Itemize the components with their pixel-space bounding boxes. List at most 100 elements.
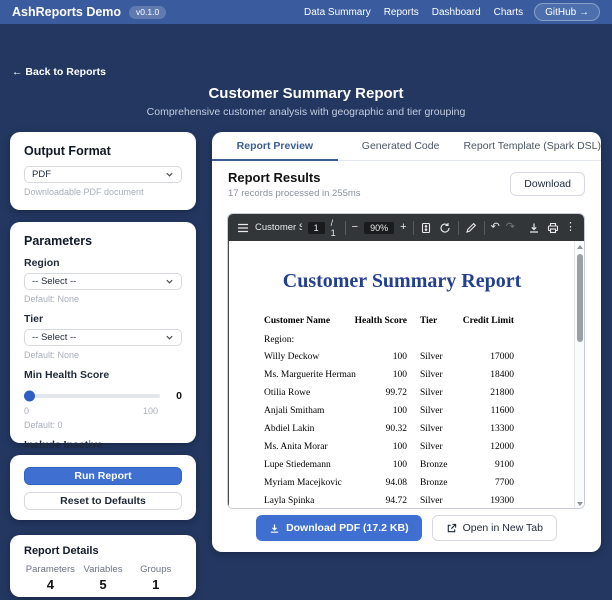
pdf-page: Customer Summary Report Customer Name He… bbox=[228, 241, 576, 509]
github-button[interactable]: GitHub → bbox=[534, 3, 600, 21]
stat-value: 4 bbox=[24, 577, 77, 592]
region-label: Region bbox=[24, 257, 182, 269]
page-subtitle: Comprehensive customer analysis with geo… bbox=[0, 106, 612, 118]
more-options-icon[interactable]: ⋮ bbox=[565, 222, 576, 233]
pdf-table-row: Myriam Macejkovic 94.08 Bronze 7700 bbox=[229, 474, 575, 492]
tier-select[interactable]: -- Select -- bbox=[24, 329, 182, 346]
parameters-card: Parameters Region -- Select -- Default: … bbox=[10, 222, 196, 443]
chevron-down-icon bbox=[165, 333, 174, 342]
version-badge: v0.1.0 bbox=[129, 6, 166, 19]
pdf-doc-title: Customer S... bbox=[255, 222, 302, 233]
panel-footer: Download PDF (17.2 KB) Open in New Tab bbox=[212, 515, 601, 541]
rotate-icon[interactable] bbox=[439, 221, 452, 234]
cell-credit-limit: 9100 bbox=[454, 460, 514, 470]
cell-credit-limit: 21800 bbox=[454, 388, 514, 398]
cell-credit-limit: 13300 bbox=[454, 424, 514, 434]
download-pdf-label: Download PDF (17.2 KB) bbox=[286, 522, 409, 534]
min-health-score-default-note: Default: 0 bbox=[24, 420, 182, 430]
col-credit-limit: Credit Limit bbox=[454, 316, 514, 326]
cell-tier: Silver bbox=[407, 496, 454, 506]
pdf-content: Customer Summary Report Customer Name He… bbox=[228, 241, 584, 509]
actions-card: Run Report Reset to Defaults bbox=[10, 455, 196, 520]
tab-label: Report Template (Spark DSL) bbox=[463, 140, 601, 152]
cell-tier: Silver bbox=[407, 370, 454, 380]
cell-health-score: 90.32 bbox=[352, 424, 407, 434]
cell-customer-name: Ms. Anita Morar bbox=[264, 442, 352, 452]
slider-thumb[interactable] bbox=[24, 391, 35, 402]
cell-credit-limit: 7700 bbox=[454, 478, 514, 488]
nav-link-dashboard[interactable]: Dashboard bbox=[432, 7, 481, 18]
cell-health-score: 100 bbox=[352, 370, 407, 380]
nav-link-reports[interactable]: Reports bbox=[384, 7, 419, 18]
cell-tier: Silver bbox=[407, 388, 454, 398]
pdf-table-rows: Willy Deckow 100 Silver 17000 Ms. Margue… bbox=[229, 348, 575, 509]
open-new-tab-button[interactable]: Open in New Tab bbox=[432, 515, 557, 541]
tab-label: Report Preview bbox=[237, 140, 313, 152]
tier-default-note: Default: None bbox=[24, 350, 182, 360]
output-format-card: Output Format PDF Downloadable PDF docum… bbox=[10, 132, 196, 210]
cell-credit-limit: 17000 bbox=[454, 352, 514, 362]
cell-tier: Silver bbox=[407, 424, 454, 434]
cell-customer-name: Layla Spinka bbox=[264, 496, 352, 506]
zoom-out-icon[interactable]: − bbox=[352, 222, 358, 233]
tab-generated-code[interactable]: Generated Code bbox=[338, 132, 464, 160]
page-title: Customer Summary Report bbox=[0, 85, 612, 102]
zoom-in-icon[interactable]: + bbox=[400, 222, 406, 233]
run-report-button[interactable]: Run Report bbox=[24, 467, 182, 485]
page-number-input[interactable]: 1 bbox=[308, 222, 325, 234]
fit-page-icon[interactable] bbox=[420, 221, 433, 234]
page-total-label: / 1 bbox=[331, 218, 339, 238]
nav-links: Data Summary Reports Dashboard Charts bbox=[304, 7, 523, 18]
tab-report-template[interactable]: Report Template (Spark DSL) bbox=[463, 132, 601, 160]
cell-customer-name: Anjali Smitham bbox=[264, 406, 352, 416]
output-format-helper: Downloadable PDF document bbox=[24, 187, 182, 197]
scroll-down-icon[interactable] bbox=[577, 502, 583, 506]
annotate-icon[interactable] bbox=[465, 221, 478, 234]
pdf-table-row: Anjali Smitham 100 Silver 11600 bbox=[229, 402, 575, 420]
pdf-table-row: Abdiel Lakin 90.32 Silver 13300 bbox=[229, 420, 575, 438]
min-health-score-slider[interactable] bbox=[24, 394, 160, 398]
pdf-table-row: Otilia Rowe 99.72 Silver 21800 bbox=[229, 384, 575, 402]
toolbar-download-icon[interactable] bbox=[527, 221, 540, 234]
pdf-table-row: Lupe Stiedemann 100 Bronze 9100 bbox=[229, 456, 575, 474]
reset-defaults-button[interactable]: Reset to Defaults bbox=[24, 492, 182, 510]
menu-icon[interactable] bbox=[236, 221, 249, 234]
print-icon[interactable] bbox=[546, 221, 559, 234]
back-to-reports-link[interactable]: ← Back to Reports bbox=[12, 66, 106, 78]
tab-report-preview[interactable]: Report Preview bbox=[212, 132, 338, 160]
pdf-table-row: Layla Spinka 94.72 Silver 19300 bbox=[229, 492, 575, 509]
report-details-card: Report Details Parameters 4 Variables 5 … bbox=[10, 535, 196, 597]
chevron-down-icon bbox=[165, 170, 174, 179]
cell-customer-name: Willy Deckow bbox=[264, 352, 352, 362]
external-link-icon bbox=[446, 523, 457, 534]
download-button[interactable]: Download bbox=[510, 172, 585, 196]
undo-icon[interactable]: ↶ bbox=[491, 222, 500, 233]
redo-icon[interactable]: ↷ bbox=[506, 222, 515, 233]
region-select[interactable]: -- Select -- bbox=[24, 273, 182, 290]
slider-min-label: 0 bbox=[24, 406, 29, 416]
parameters-title: Parameters bbox=[24, 234, 182, 248]
main-panel: Report Preview Generated Code Report Tem… bbox=[212, 132, 601, 552]
chevron-down-icon bbox=[165, 277, 174, 286]
scrollbar-thumb[interactable] bbox=[577, 254, 583, 342]
pdf-report-title: Customer Summary Report bbox=[229, 270, 575, 293]
cell-health-score: 100 bbox=[352, 460, 407, 470]
cell-tier: Silver bbox=[407, 406, 454, 416]
scroll-up-icon[interactable] bbox=[577, 245, 583, 249]
nav-link-charts[interactable]: Charts bbox=[494, 7, 523, 18]
region-value: -- Select -- bbox=[32, 276, 76, 287]
pdf-scrollbar[interactable] bbox=[574, 241, 584, 509]
slider-max-label: 100 bbox=[143, 406, 158, 416]
col-health-score: Health Score bbox=[352, 316, 407, 326]
nav-link-data-summary[interactable]: Data Summary bbox=[304, 7, 371, 18]
stat-value: 1 bbox=[129, 577, 182, 592]
download-pdf-button[interactable]: Download PDF (17.2 KB) bbox=[256, 515, 422, 541]
cell-tier: Silver bbox=[407, 352, 454, 362]
stat-label: Groups bbox=[129, 564, 182, 575]
output-format-select[interactable]: PDF bbox=[24, 166, 182, 183]
cell-tier: Bronze bbox=[407, 478, 454, 488]
zoom-level-input[interactable]: 90% bbox=[364, 222, 394, 234]
stat-label: Parameters bbox=[24, 564, 77, 575]
cell-customer-name: Otilia Rowe bbox=[264, 388, 352, 398]
cell-health-score: 99.72 bbox=[352, 388, 407, 398]
